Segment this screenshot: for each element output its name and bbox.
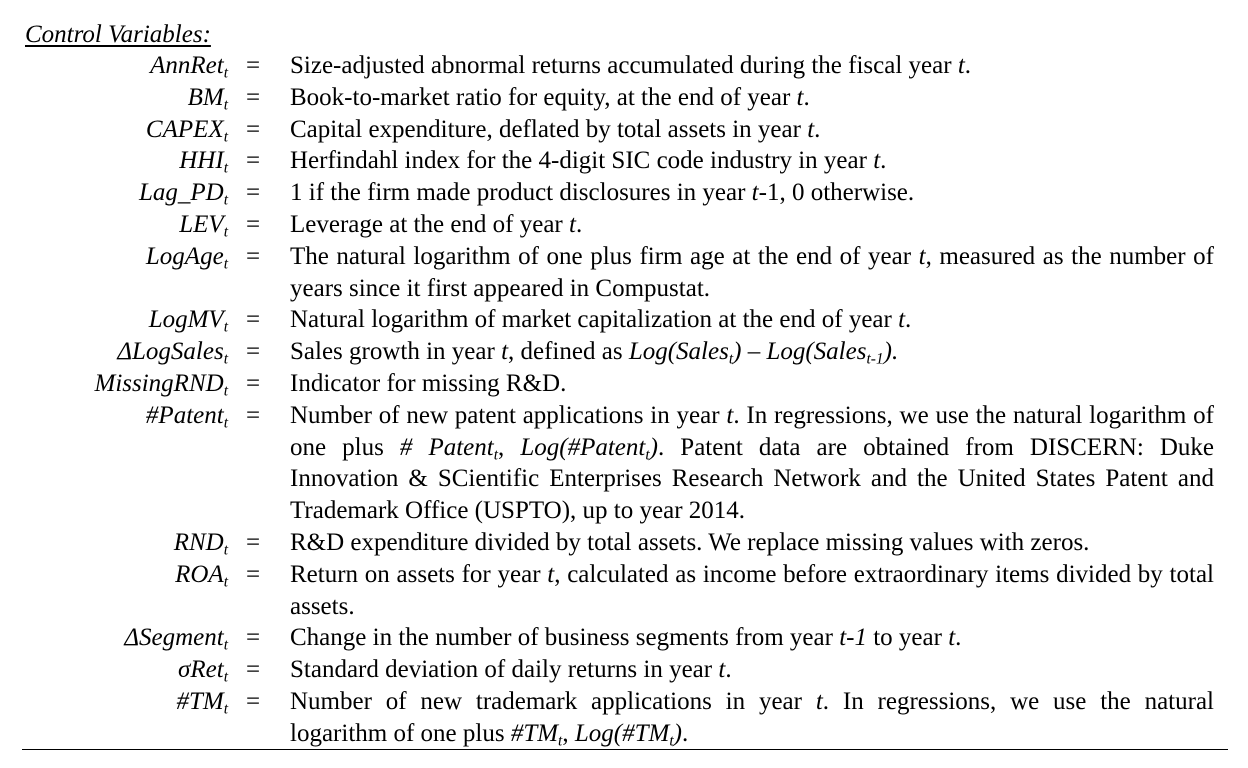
variable-name: LogMVt [148, 306, 228, 336]
variable-definition: Capital expenditure, deflated by total a… [290, 115, 821, 143]
equals-sign: = [245, 242, 261, 270]
variable-name: HHIt [179, 147, 228, 177]
table-row: RNDt = R&D expenditure divided by total … [0, 527, 1248, 559]
table-row: LogAget = The natural logarithm of one p… [0, 241, 1248, 305]
equals-sign: = [245, 147, 261, 175]
variable-name: Lag_PDt [138, 179, 228, 209]
equals-sign: = [245, 115, 261, 143]
equals-sign: = [245, 528, 261, 556]
variable-definitions-table: AnnRett = Size-adjusted abnormal returns… [0, 50, 1248, 750]
table-row: #Patentt = Number of new patent applicat… [0, 400, 1248, 527]
variable-definition: Herfindahl index for the 4-digit SIC cod… [290, 147, 887, 175]
table-row: ΔSegmentt = Change in the number of busi… [0, 622, 1248, 654]
table-row: ΔLogSalest = Sales growth in year t, def… [0, 336, 1248, 368]
table-row: Lag_PDt = 1 if the firm made product dis… [0, 177, 1248, 209]
variable-name: BMt [187, 83, 228, 114]
equals-sign: = [245, 179, 261, 207]
variable-definition: Change in the number of business segment… [290, 624, 962, 652]
table-row: BMt = Book-to-market ratio for equity, a… [0, 82, 1248, 114]
variable-definition: Sales growth in year t, defined as Log(S… [290, 338, 899, 368]
variable-name: LEVt [179, 210, 228, 241]
document-page: Control Variables: AnnRett = Size-adjust… [0, 0, 1248, 768]
variable-definition: Standard deviation of daily returns in y… [290, 656, 732, 684]
table-bottom-rule [22, 749, 1228, 750]
variable-name: ROAt [175, 560, 228, 591]
equals-sign: = [245, 624, 261, 652]
variable-name: CAPEXt [145, 115, 228, 145]
variable-name: RNDt [173, 528, 228, 559]
equals-sign: = [245, 338, 261, 366]
variable-definition: Number of new trademark applications in … [290, 687, 1214, 750]
variable-definition: Book-to-market ratio for equity, at the … [290, 83, 810, 111]
table-row: AnnRett = Size-adjusted abnormal returns… [0, 50, 1248, 82]
variable-name: LogAget [145, 242, 228, 273]
equals-sign: = [245, 52, 261, 79]
table-row: σRett = Standard deviation of daily retu… [0, 654, 1248, 686]
equals-sign: = [245, 83, 261, 111]
variable-name: AnnRett [150, 52, 228, 82]
variable-name: ΔLogSalest [117, 338, 228, 368]
variable-definition: Indicator for missing R&D. [290, 369, 567, 397]
variable-definition: 1 if the firm made product disclosures i… [290, 179, 915, 207]
section-title: Control Variables: [25, 21, 211, 48]
equals-sign: = [245, 401, 261, 429]
table-row: MissingRNDt = Indicator for missing R&D. [0, 368, 1248, 400]
variable-name: #TMt [176, 687, 228, 718]
equals-sign: = [245, 210, 261, 238]
table-row: HHIt = Herfindahl index for the 4-digit … [0, 145, 1248, 177]
variable-definition: Size-adjusted abnormal returns accumulat… [290, 52, 972, 79]
table-row: LogMVt = Natural logarithm of market cap… [0, 304, 1248, 336]
table-row: LEVt = Leverage at the end of year t. [0, 209, 1248, 241]
variable-name: #Patentt [145, 401, 228, 432]
variable-name: σRett [178, 656, 228, 686]
equals-sign: = [245, 656, 261, 684]
variable-definition: The natural logarithm of one plus firm a… [290, 242, 1214, 302]
table-row: ROAt = Return on assets for year t, calc… [0, 559, 1248, 623]
variable-definition: R&D expenditure divided by total assets.… [290, 528, 1090, 556]
equals-sign: = [245, 687, 261, 715]
table-row: #TMt = Number of new trademark applicati… [0, 686, 1248, 750]
variable-name: ΔSegmentt [124, 624, 228, 654]
variable-definition: Number of new patent applications in yea… [290, 401, 1215, 525]
equals-sign: = [245, 560, 261, 588]
variable-definition: Return on assets for year t, calculated … [290, 560, 1214, 620]
equals-sign: = [245, 306, 261, 334]
equals-sign: = [245, 369, 261, 397]
table-row: CAPEXt = Capital expenditure, deflated b… [0, 114, 1248, 146]
variable-definition: Leverage at the end of year t. [290, 210, 583, 238]
variable-name: MissingRNDt [94, 369, 229, 400]
variable-definition: Natural logarithm of market capitalizati… [290, 306, 912, 334]
